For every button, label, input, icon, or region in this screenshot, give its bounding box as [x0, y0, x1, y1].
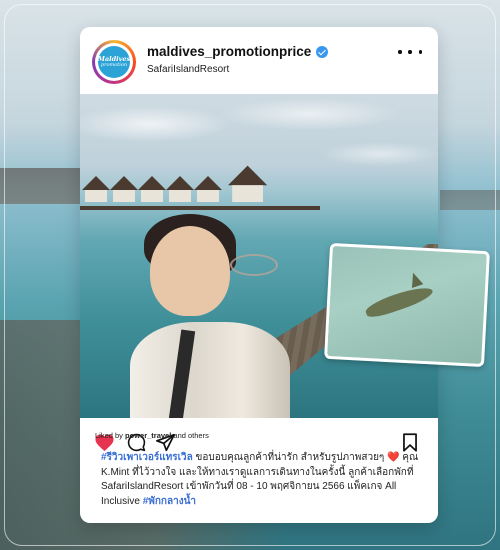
overwater-villas [80, 154, 330, 214]
hashtag-overwater-link[interactable]: #พักกลางน้ำ [143, 496, 196, 507]
hashtag-review-link[interactable]: #รีวิวเพาเวอร์แทรเวิล [101, 452, 193, 463]
person-body [130, 322, 290, 418]
liked-by-text: Liked by power_travel and others [95, 431, 209, 440]
logo-text-line2: promotion [100, 62, 128, 69]
person-face [150, 226, 230, 316]
brand-logo: Maldives promotion [98, 46, 130, 78]
post-caption: #รีวิวเพาเวอร์แทรเวิล ขอบอบคุณลูกค้าที่น… [101, 452, 419, 507]
villa-walkway [80, 206, 320, 210]
shark [363, 282, 435, 321]
username-text[interactable]: maldives_promotionprice [147, 44, 311, 59]
post-username[interactable]: maldives_promotionprice [147, 44, 329, 59]
heart-emoji: ❤️ [387, 452, 400, 463]
liked-by-user-link[interactable]: power_travel [125, 431, 171, 440]
bookmark-icon[interactable] [402, 433, 418, 452]
avatar[interactable]: Maldives promotion [92, 40, 136, 84]
more-options-icon[interactable] [398, 45, 422, 59]
shark-fin [407, 270, 424, 288]
inset-photo-shark [324, 242, 490, 368]
post-header: Maldives promotion maldives_promotionpri… [80, 27, 438, 94]
sunglasses [230, 254, 278, 276]
post-location[interactable]: SafariIslandResort [147, 64, 229, 75]
verified-badge-icon [316, 45, 329, 58]
